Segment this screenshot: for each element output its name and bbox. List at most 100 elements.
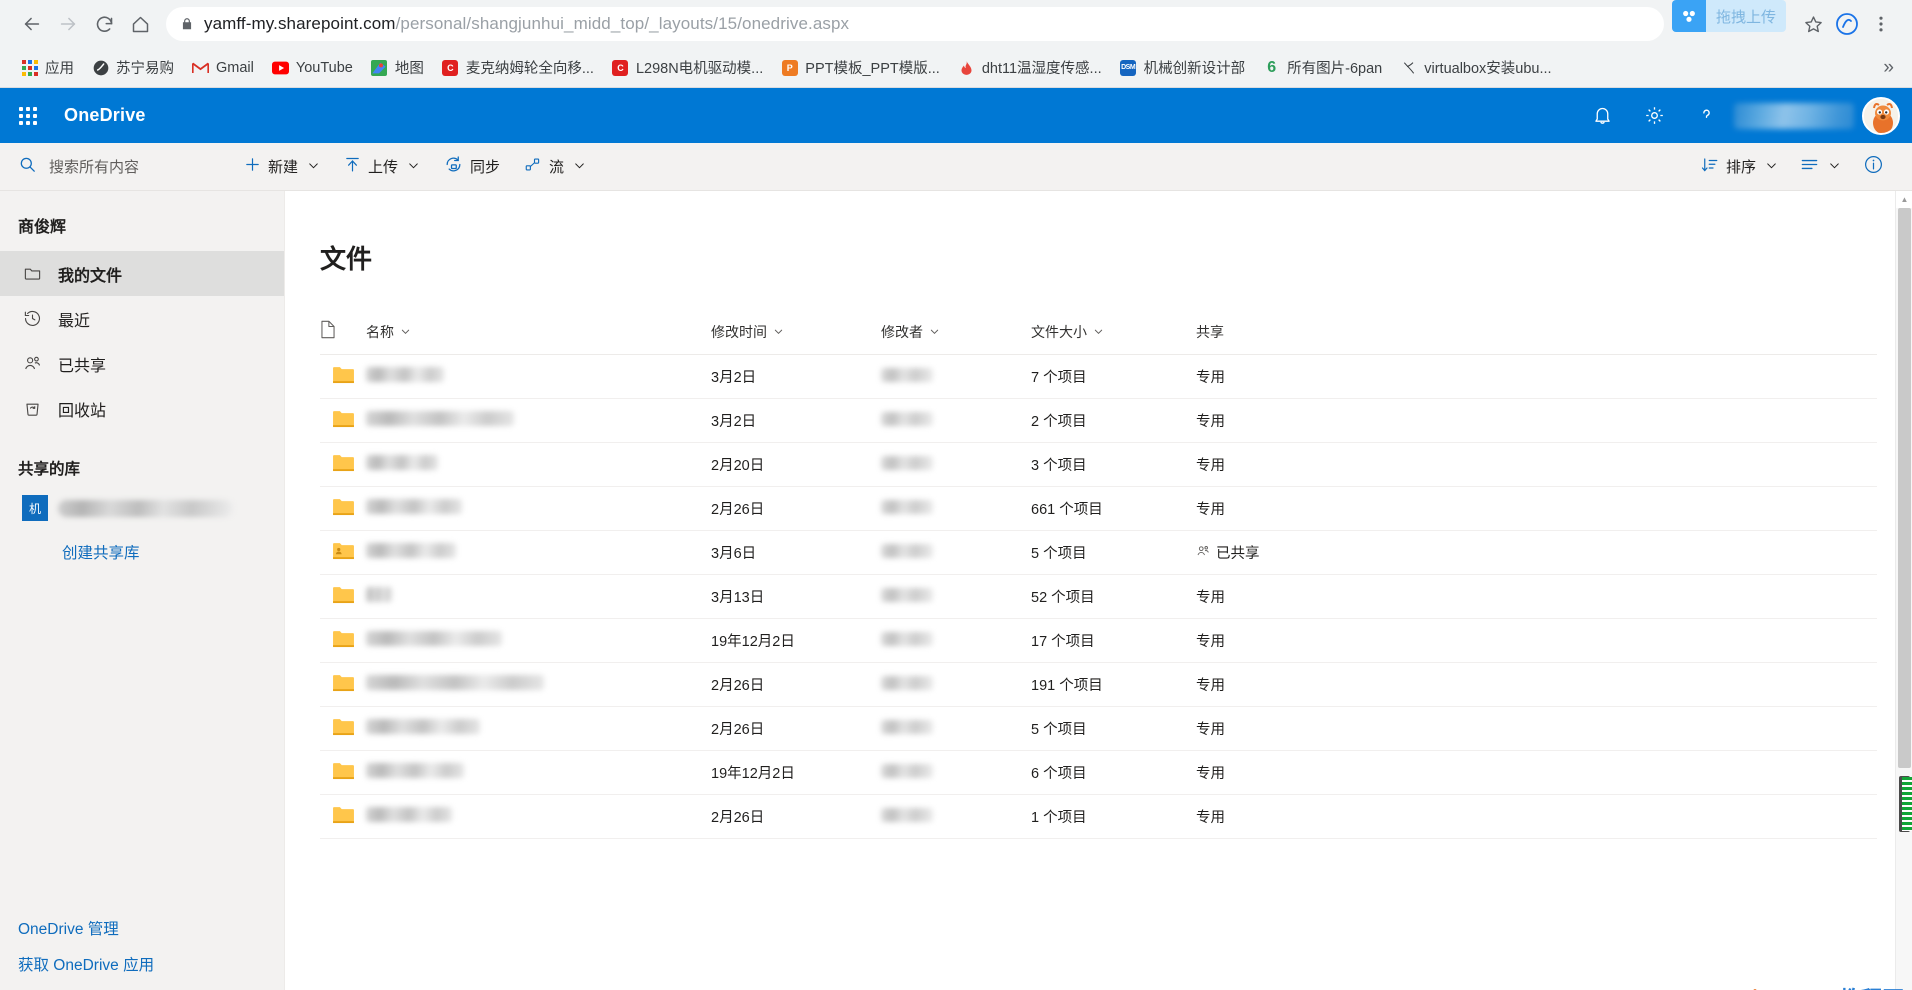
- bookmark-gmail[interactable]: Gmail: [183, 54, 263, 82]
- sidebar-item-shared[interactable]: 已共享: [0, 341, 284, 386]
- table-row[interactable]: 2月26日 191 个项目 专用: [320, 662, 1877, 707]
- bookmark-star-icon[interactable]: [1796, 7, 1830, 41]
- table-row[interactable]: 3月13日 52 个项目 专用: [320, 574, 1877, 619]
- people-shared-icon: [1196, 544, 1210, 562]
- sidebar-item-my-files[interactable]: 我的文件: [0, 251, 284, 296]
- sync-button[interactable]: 同步: [434, 147, 510, 187]
- table-row[interactable]: 3月2日 7 个项目 专用: [320, 354, 1877, 399]
- scrollbar-marks: [1902, 777, 1912, 831]
- get-onedrive-apps-link[interactable]: 获取 OneDrive 应用: [0, 946, 284, 982]
- file-name-cell[interactable]: [366, 794, 711, 839]
- scroll-up-arrow-icon[interactable]: ▲: [1896, 191, 1912, 208]
- modifier-cell: [881, 398, 1031, 443]
- column-header-icon[interactable]: [320, 312, 366, 355]
- sharing-cell[interactable]: 专用: [1196, 398, 1877, 443]
- file-name-cell[interactable]: [366, 750, 711, 795]
- sort-button[interactable]: 排序: [1691, 147, 1788, 187]
- settings-gear-icon[interactable]: [1630, 92, 1678, 140]
- bookmark-virtualbox[interactable]: virtualbox安装ubu...: [1391, 54, 1560, 82]
- bookmark-label: 苏宁易购: [116, 61, 174, 77]
- sharing-cell[interactable]: 专用: [1196, 618, 1877, 663]
- size-cell: 17 个项目: [1031, 618, 1196, 663]
- bookmark-dsm[interactable]: DSM 机械创新设计部: [1111, 54, 1255, 82]
- file-name-cell[interactable]: [366, 398, 711, 443]
- size-cell: 6 个项目: [1031, 750, 1196, 795]
- upload-button[interactable]: 上传: [334, 147, 430, 187]
- app-title[interactable]: OneDrive: [64, 105, 146, 126]
- sharing-cell[interactable]: 专用: [1196, 354, 1877, 399]
- file-name-cell[interactable]: [366, 706, 711, 751]
- bookmark-youtube[interactable]: YouTube: [263, 54, 362, 82]
- sidebar-item-recycle-bin[interactable]: 回收站: [0, 386, 284, 431]
- modified-date-cell: 2月26日: [711, 706, 881, 751]
- table-row[interactable]: 19年12月2日 6 个项目 专用: [320, 750, 1877, 795]
- file-name-cell[interactable]: [366, 574, 711, 619]
- user-avatar[interactable]: [1862, 96, 1900, 135]
- help-question-icon[interactable]: [1682, 92, 1730, 140]
- view-options-button[interactable]: [1790, 147, 1851, 187]
- vertical-scrollbar[interactable]: ▲: [1895, 191, 1912, 990]
- column-header-sharing[interactable]: 共享: [1196, 312, 1877, 355]
- bookmark-dht11[interactable]: dht11温湿度传感...: [949, 54, 1111, 82]
- file-name-cell[interactable]: [366, 486, 711, 531]
- return-classic-onedrive-link[interactable]: 返回到经典 OneDrive: [0, 982, 284, 990]
- sharing-cell[interactable]: 专用: [1196, 750, 1877, 795]
- sidebar-item-recent[interactable]: 最近: [0, 296, 284, 341]
- bookmark-csdn-2[interactable]: C L298N电机驱动模...: [603, 54, 772, 82]
- address-bar[interactable]: yamff-my.sharepoint.com/personal/shangju…: [166, 7, 1664, 41]
- sharing-cell[interactable]: 专用: [1196, 486, 1877, 531]
- sharing-cell[interactable]: 已共享: [1196, 530, 1877, 575]
- stream-button[interactable]: 流: [514, 147, 596, 187]
- new-button[interactable]: 新建: [234, 147, 330, 187]
- sharing-cell[interactable]: 专用: [1196, 574, 1877, 619]
- file-name-cell[interactable]: [366, 354, 711, 399]
- table-row[interactable]: 19年12月2日 17 个项目 专用: [320, 618, 1877, 663]
- table-row[interactable]: 2月26日 1 个项目 专用: [320, 794, 1877, 839]
- table-row[interactable]: 3月2日 2 个项目 专用: [320, 398, 1877, 443]
- info-button[interactable]: [1853, 147, 1894, 187]
- file-name-cell[interactable]: [366, 618, 711, 663]
- table-row[interactable]: 2月26日 661 个项目 专用: [320, 486, 1877, 531]
- modifier-redacted: [881, 631, 933, 646]
- column-header-modifier[interactable]: 修改者: [881, 312, 1031, 355]
- shared-library-item[interactable]: 机: [0, 489, 284, 527]
- back-arrow-icon[interactable]: [14, 6, 50, 42]
- file-name-cell[interactable]: [366, 442, 711, 487]
- app-launcher-icon[interactable]: [4, 92, 52, 140]
- drag-upload-extension[interactable]: 拖拽上传: [1671, 0, 1786, 32]
- file-name-cell[interactable]: [366, 530, 711, 575]
- content-area: 商俊辉 我的文件 最近 已共享 回收站 共享的库 机 创建共享库 OneDriv…: [0, 191, 1912, 990]
- sharing-cell[interactable]: 专用: [1196, 662, 1877, 707]
- bookmark-suning[interactable]: 苏宁易购: [83, 54, 183, 82]
- bookmark-apps[interactable]: 应用: [12, 54, 83, 82]
- table-row[interactable]: 2月26日 5 个项目 专用: [320, 706, 1877, 751]
- modified-date-cell: 3月6日: [711, 530, 881, 575]
- scrollbar-thumb[interactable]: [1898, 208, 1911, 768]
- folder-icon: [320, 662, 366, 707]
- bookmark-6pan[interactable]: 6 所有图片-6pan: [1254, 54, 1391, 82]
- create-shared-library-link[interactable]: 创建共享库: [0, 527, 284, 563]
- table-row[interactable]: 2月20日 3 个项目 专用: [320, 442, 1877, 487]
- sharing-cell[interactable]: 专用: [1196, 794, 1877, 839]
- sharing-cell[interactable]: 专用: [1196, 706, 1877, 751]
- sharing-cell[interactable]: 专用: [1196, 442, 1877, 487]
- file-name-cell[interactable]: [366, 662, 711, 707]
- bookmark-maps[interactable]: 地图: [362, 54, 433, 82]
- profile-icon[interactable]: [1830, 7, 1864, 41]
- notifications-bell-icon[interactable]: [1578, 92, 1626, 140]
- onedrive-admin-link[interactable]: OneDrive 管理: [0, 910, 284, 946]
- modifier-cell: [881, 662, 1031, 707]
- bookmark-label: 地图: [394, 61, 424, 77]
- bookmark-ppt[interactable]: P PPT模板_PPT模版...: [772, 54, 949, 82]
- table-row[interactable]: 3月6日 5 个项目 已共享: [320, 530, 1877, 575]
- column-header-size[interactable]: 文件大小: [1031, 312, 1196, 355]
- chrome-menu-icon[interactable]: [1864, 7, 1898, 41]
- forward-arrow-icon[interactable]: [50, 6, 86, 42]
- column-header-modified[interactable]: 修改时间: [711, 312, 881, 355]
- reload-icon[interactable]: [86, 6, 122, 42]
- bookmarks-overflow-button[interactable]: »: [1883, 57, 1900, 79]
- search-box[interactable]: 搜索所有内容: [0, 155, 234, 179]
- bookmark-csdn-1[interactable]: C 麦克纳姆轮全向移...: [433, 54, 603, 82]
- home-icon[interactable]: [122, 6, 158, 42]
- column-header-name[interactable]: 名称: [366, 312, 711, 355]
